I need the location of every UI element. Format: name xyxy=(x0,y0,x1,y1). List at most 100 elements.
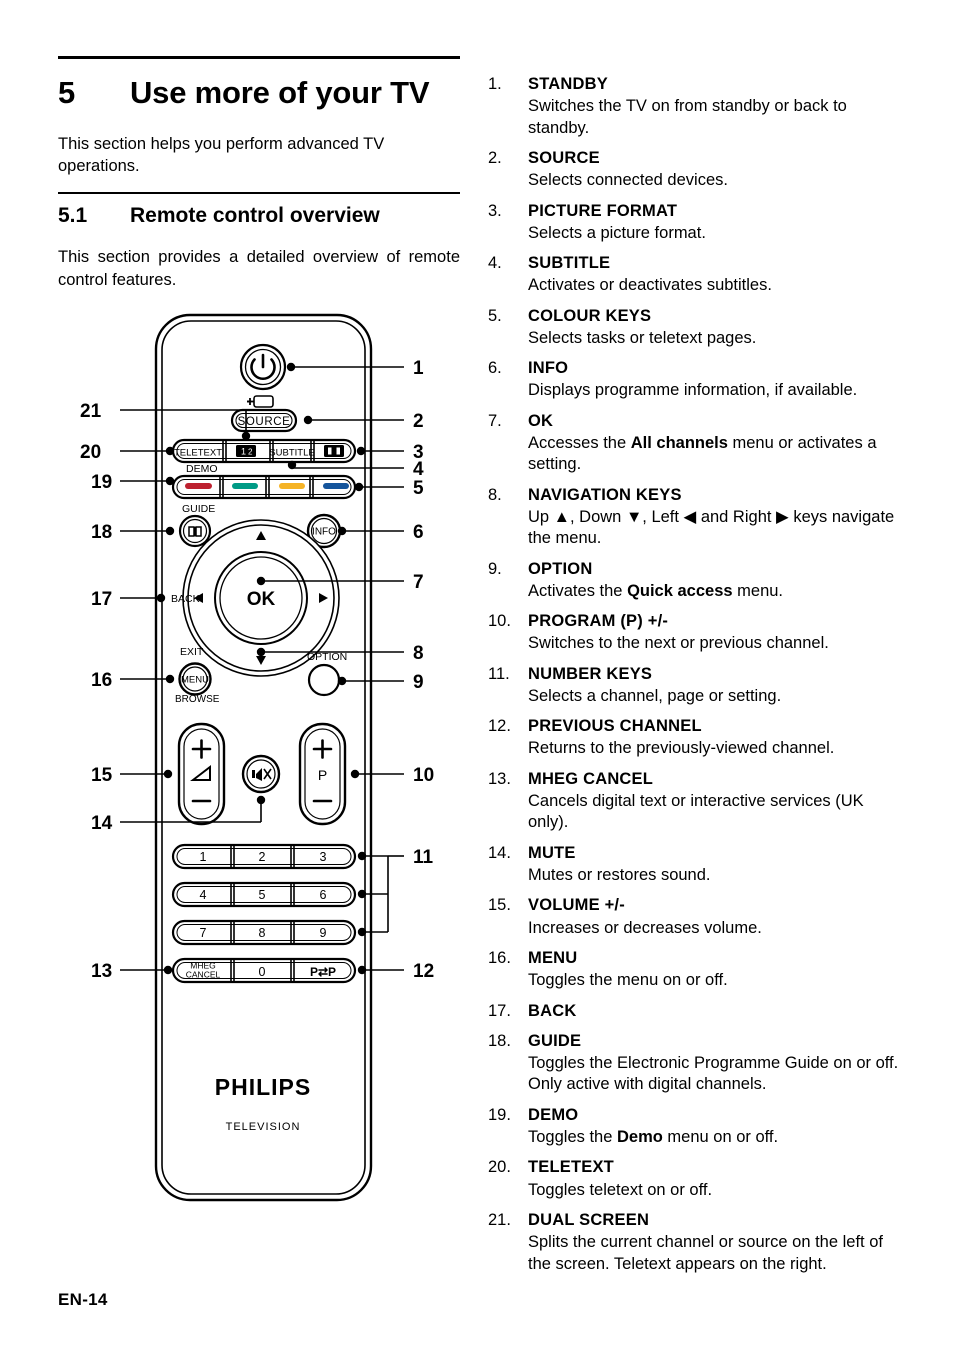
legend-item-body: INFO Displays programme information, if a… xyxy=(528,358,900,402)
legend-item-title: NUMBER KEYS xyxy=(528,664,653,683)
legend-item-body: MENU Toggles the menu on or off. xyxy=(528,948,900,992)
legend-item-description: Increases or decreases volume. xyxy=(528,918,762,937)
section-intro: This section provides a detailed overvie… xyxy=(58,247,460,290)
callout-12 xyxy=(357,965,404,975)
legend-item-description: Toggles teletext on or off. xyxy=(528,1180,713,1199)
legend-item-index: 13. xyxy=(488,769,511,788)
legend-item-body: DUAL SCREEN Splits the current channel or… xyxy=(528,1210,900,1275)
callout-number-5: 5 xyxy=(413,478,424,499)
philips-logo: PHILIPS xyxy=(215,1074,311,1100)
legend-item-body: MHEG CANCEL Cancels digital text or inter… xyxy=(528,769,900,834)
legend-item-title: DEMO xyxy=(528,1105,579,1124)
option-button xyxy=(307,663,341,697)
chapter-heading: 5 Use more of your TV xyxy=(58,75,460,111)
legend-item-description: Toggles the Demo menu on or off. xyxy=(528,1128,779,1147)
legend-item-description: Selects tasks or teletext pages. xyxy=(528,328,757,347)
legend-item-index: 5. xyxy=(488,306,502,325)
legend-item-index: 12. xyxy=(488,717,511,736)
legend-item: 11. NUMBER KEYS Selects a channel, page or… xyxy=(488,664,900,708)
callout-number-7: 7 xyxy=(413,572,424,593)
zero-key: 0 xyxy=(259,965,266,979)
television-label: TELEVISION xyxy=(226,1121,301,1133)
legend-item: 18. GUIDE Toggles the Electronic Programme… xyxy=(488,1031,900,1096)
legend-item-description: Displays programme information, if avail… xyxy=(528,381,858,400)
legend-item-title: MHEG CANCEL xyxy=(528,769,654,788)
mheg-cancel-line2: CANCEL xyxy=(186,970,221,980)
legend-item-title: NAVIGATION KEYS xyxy=(528,485,682,504)
legend-item-title: SUBTITLE xyxy=(528,254,611,273)
legend-item-title: PREVIOUS CHANNEL xyxy=(528,717,702,736)
callout-number-1: 1 xyxy=(413,358,424,379)
picture-format-icon xyxy=(324,445,344,457)
svg-text:INFO: INFO xyxy=(312,527,336,538)
legend-item-description: Splits the current channel or source on … xyxy=(528,1233,883,1273)
callout-number-2: 2 xyxy=(413,411,424,432)
legend-item-description: Selects a picture format. xyxy=(528,223,706,242)
section-number: 5.1 xyxy=(58,203,88,227)
top-rule xyxy=(58,56,460,59)
mute-button xyxy=(241,754,281,794)
legend-item-description: Switches to the next or previous channel… xyxy=(528,634,829,653)
guide-button xyxy=(178,514,212,548)
dual-screen-icon: 1 2 xyxy=(236,445,256,457)
svg-text:8: 8 xyxy=(259,926,266,940)
legend-item-index: 2. xyxy=(488,148,502,167)
legend-item-body: GUIDE Toggles the Electronic Programme Gu… xyxy=(528,1031,900,1096)
callout-number-8: 8 xyxy=(413,643,424,664)
legend-item-description: Switches the TV on from standby or back … xyxy=(528,97,847,137)
numeric-keypad: 1 2 3 4 5 6 7 8 9 xyxy=(171,843,357,946)
legend-item-description: Selects connected devices. xyxy=(528,171,728,190)
legend-item-body: NUMBER KEYS Selects a channel, page or se… xyxy=(528,664,900,708)
legend-item-index: 18. xyxy=(488,1031,511,1050)
manual-page: 5 Use more of your TV This section helps… xyxy=(0,0,954,1350)
callout-number-18: 18 xyxy=(91,522,112,543)
bottom-key-row: MHEG CANCEL 0 P⇄P xyxy=(171,957,357,984)
svg-text:MENU: MENU xyxy=(181,675,209,686)
legend-item-description: Activates or deactivates subtitles. xyxy=(528,276,772,295)
svg-text:2: 2 xyxy=(259,850,266,864)
legend-item: 15. VOLUME +/- Increases or decreases volu… xyxy=(488,895,900,939)
guide-label: GUIDE xyxy=(182,503,215,515)
remote-control-diagram: SOURCE TELETEXT 1 2 SUBTITLE DEMO GUIDE … xyxy=(58,300,460,1230)
legend-item: 6. INFO Displays programme information, if… xyxy=(488,358,900,402)
demo-label: DEMO xyxy=(186,463,218,475)
legend-item-index: 3. xyxy=(488,201,502,220)
teletext-row: TELETEXT 1 2 SUBTITLE xyxy=(171,438,357,464)
callout-number-13: 13 xyxy=(91,961,112,982)
legend-item-description: Cancels digital text or interactive serv… xyxy=(528,791,864,832)
legend-item-body: SUBTITLE Activates or deactivates subtitl… xyxy=(528,253,900,297)
section-heading: 5.1 Remote control overview xyxy=(58,204,460,228)
green-key xyxy=(232,483,258,489)
legend-item: 9. OPTION Activates the Quick access menu. xyxy=(488,559,900,603)
chapter-number: 5 xyxy=(58,75,76,110)
back-label: BACK xyxy=(171,593,200,605)
callout-number-12: 12 xyxy=(413,961,434,982)
svg-text:7: 7 xyxy=(200,926,207,940)
legend-item-title: VOLUME +/- xyxy=(528,896,625,915)
legend-item-description: Accesses the All channels menu or activa… xyxy=(528,433,877,474)
legend-item-title: MENU xyxy=(528,948,578,967)
legend-item-index: 20. xyxy=(488,1158,511,1177)
blue-key xyxy=(323,483,349,489)
program-label: P xyxy=(318,767,327,783)
callout-number-19: 19 xyxy=(91,472,112,493)
section-title: Remote control overview xyxy=(130,203,380,227)
legend-item-title: BACK xyxy=(528,1001,577,1020)
legend-item-title: PROGRAM (P) +/- xyxy=(528,612,669,631)
legend-item-index: 4. xyxy=(488,254,502,273)
legend-item-body: NAVIGATION KEYS Up ▲, Down ▼, Left ◀ and … xyxy=(528,485,900,550)
legend-item-index: 19. xyxy=(488,1105,511,1124)
legend-item-title: SOURCE xyxy=(528,148,600,167)
subtitle-label: SUBTITLE xyxy=(269,448,314,459)
legend-item-title: COLOUR KEYS xyxy=(528,306,652,325)
legend-item-body: MUTE Mutes or restores sound. xyxy=(528,843,900,887)
svg-text:6: 6 xyxy=(320,888,327,902)
legend-item-description: Activates the Quick access menu. xyxy=(528,581,784,600)
legend-item-index: 6. xyxy=(488,359,502,378)
callout-number-6: 6 xyxy=(413,522,424,543)
legend-item: 14. MUTE Mutes or restores sound. xyxy=(488,843,900,887)
svg-text:3: 3 xyxy=(320,850,327,864)
legend-item-body: COLOUR KEYS Selects tasks or teletext pag… xyxy=(528,306,900,350)
callout-number-9: 9 xyxy=(413,672,424,693)
callout-number-15: 15 xyxy=(91,765,113,786)
